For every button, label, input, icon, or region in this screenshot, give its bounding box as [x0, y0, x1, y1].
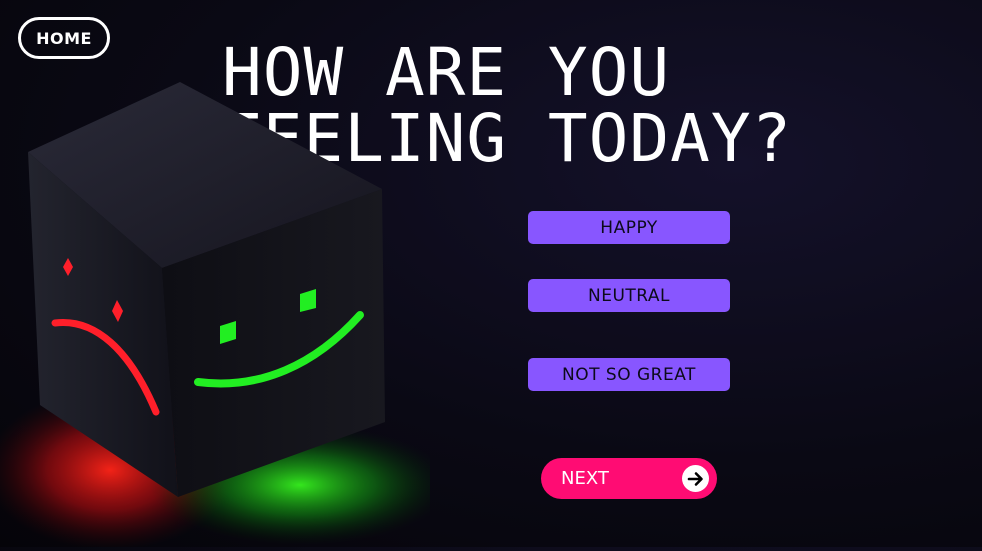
option-neutral-button[interactable]: NEUTRAL [528, 279, 730, 312]
arrow-right-icon [682, 465, 709, 492]
mood-cube-icon [0, 60, 450, 550]
next-button[interactable]: NEXT [541, 458, 717, 499]
option-not-so-great-button[interactable]: NOT SO GREAT [528, 358, 730, 391]
home-button[interactable]: HOME [18, 17, 110, 59]
option-happy-button[interactable]: HAPPY [528, 211, 730, 244]
next-label: NEXT [561, 468, 609, 489]
